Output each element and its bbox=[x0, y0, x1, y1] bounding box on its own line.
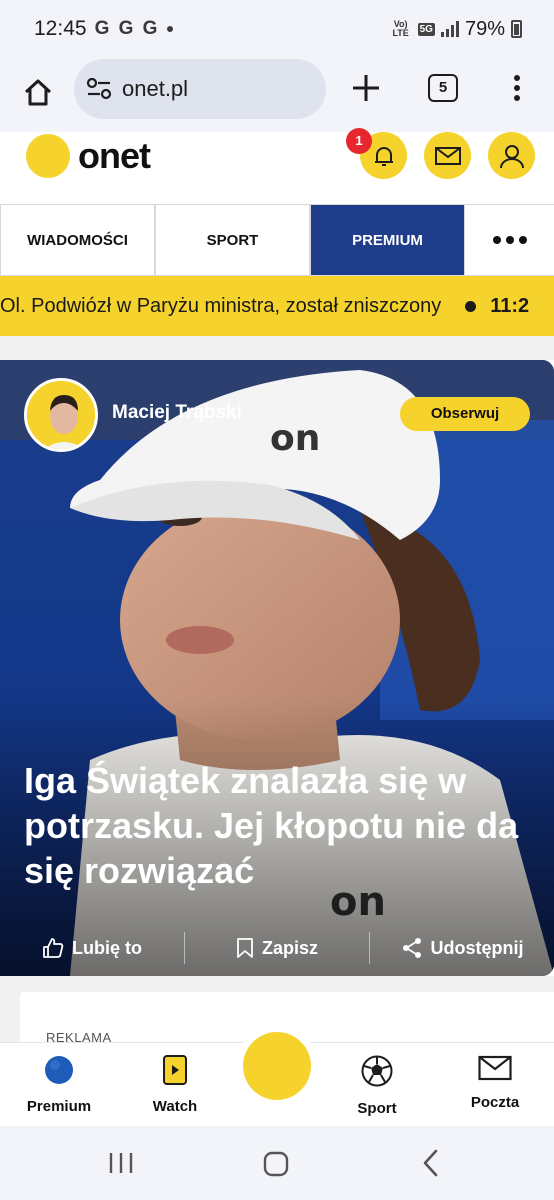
thumbs-up-icon bbox=[43, 938, 64, 958]
bottom-nav-watch[interactable]: Watch bbox=[120, 1055, 230, 1115]
author-avatar[interactable] bbox=[24, 378, 98, 452]
onet-dot-icon bbox=[243, 1032, 311, 1100]
bookmark-icon bbox=[237, 938, 253, 958]
battery-icon bbox=[511, 20, 522, 38]
more-dot-icon bbox=[518, 236, 527, 244]
plus-icon bbox=[353, 75, 379, 101]
more-dot-icon bbox=[505, 236, 514, 244]
bottom-nav-label: Watch bbox=[152, 1098, 198, 1115]
spacer bbox=[0, 336, 554, 360]
signal-icon bbox=[440, 21, 459, 37]
address-bar[interactable]: onet.pl bbox=[74, 59, 326, 119]
bell-icon bbox=[374, 146, 393, 166]
share-button[interactable]: Udostępnij bbox=[369, 932, 554, 964]
bottom-nav-poczta[interactable]: Poczta bbox=[440, 1055, 550, 1111]
soccer-ball-icon bbox=[361, 1055, 393, 1087]
tab-wiadomosci[interactable]: WIADOMOŚCI bbox=[0, 205, 155, 275]
notification-dot-icon bbox=[167, 26, 174, 32]
article-headline[interactable]: Iga Świątek znalazła się w potrzasku. Je… bbox=[24, 758, 534, 893]
more-sections-button[interactable] bbox=[465, 205, 554, 275]
browser-toolbar: onet.pl 5 bbox=[0, 58, 554, 132]
volte-icon: Vo) LTE bbox=[392, 19, 409, 38]
user-icon bbox=[499, 144, 524, 168]
network-type: 5G bbox=[417, 22, 435, 36]
account-button[interactable] bbox=[488, 132, 535, 179]
bottom-nav-label: Sport bbox=[357, 1100, 397, 1117]
battery-percent: 79% bbox=[464, 17, 505, 40]
home-nav-icon[interactable] bbox=[262, 1150, 290, 1178]
premium-globe-icon bbox=[45, 1056, 73, 1084]
home-button[interactable] bbox=[16, 70, 60, 114]
follow-button[interactable]: Obserwuj bbox=[400, 397, 530, 431]
site-header: onet 1 bbox=[0, 128, 554, 204]
menu-dot-icon bbox=[514, 85, 520, 91]
ticker-headline: Ol. Podwiózł w Paryżu ministra, został z… bbox=[0, 294, 442, 317]
section-nav: WIADOMOŚCI SPORT PREMIUM bbox=[0, 204, 554, 276]
author-name[interactable]: Maciej Trąbski bbox=[112, 402, 242, 424]
menu-dot-icon bbox=[514, 95, 520, 101]
status-bar: 12:45 G G G Vo) LTE 5G 79% bbox=[0, 0, 554, 58]
status-time: 12:45 bbox=[34, 17, 87, 40]
system-navigation-bar bbox=[0, 1126, 554, 1200]
bottom-nav-label: Poczta bbox=[470, 1094, 520, 1111]
envelope-icon bbox=[434, 146, 461, 165]
play-video-icon bbox=[163, 1055, 187, 1085]
logo-circle-icon bbox=[26, 134, 70, 178]
bottom-nav-sport[interactable]: Sport bbox=[322, 1055, 432, 1117]
bottom-navigation: Premium Watch Sport Poczta bbox=[0, 1025, 554, 1126]
home-icon bbox=[24, 79, 52, 106]
recent-apps-icon[interactable] bbox=[108, 1150, 134, 1176]
site-settings-icon bbox=[86, 78, 112, 100]
share-label: Udostępnij bbox=[430, 937, 524, 958]
bottom-nav-premium[interactable]: Premium bbox=[4, 1055, 114, 1115]
save-label: Zapisz bbox=[261, 937, 318, 958]
tab-sport[interactable]: SPORT bbox=[155, 205, 310, 275]
ticker-separator-icon bbox=[465, 300, 477, 312]
bottom-nav-home-button[interactable] bbox=[236, 1025, 318, 1107]
mail-icon bbox=[478, 1055, 512, 1081]
like-label: Lubię to bbox=[72, 937, 142, 958]
new-tab-button[interactable] bbox=[344, 66, 388, 110]
logo-text: onet bbox=[78, 135, 151, 176]
article-card[interactable]: on on Maciej Trąbski Obserwuj Iga Świąte… bbox=[0, 360, 554, 976]
ticker-time: 11:2 bbox=[490, 294, 530, 317]
more-dot-icon bbox=[492, 236, 501, 244]
article-actions: Lubię to Zapisz Udostępnij bbox=[0, 920, 554, 976]
like-button[interactable]: Lubię to bbox=[0, 932, 184, 964]
bottom-nav-label: Premium bbox=[26, 1098, 92, 1115]
news-ticker[interactable]: Ol. Podwiózł w Paryżu ministra, został z… bbox=[0, 276, 554, 336]
tab-premium[interactable]: PREMIUM bbox=[310, 205, 465, 275]
tab-switcher-button[interactable]: 5 bbox=[428, 74, 458, 102]
menu-dot-icon bbox=[514, 75, 520, 81]
notification-badge: 1 bbox=[346, 128, 372, 154]
carrier-icons: G G G bbox=[94, 18, 160, 39]
save-button[interactable]: Zapisz bbox=[184, 932, 369, 964]
share-icon bbox=[402, 938, 421, 958]
back-icon[interactable] bbox=[420, 1148, 442, 1178]
onet-logo[interactable]: onet bbox=[26, 134, 151, 178]
browser-menu-button[interactable] bbox=[502, 70, 532, 106]
url-text: onet.pl bbox=[122, 76, 189, 101]
mail-button[interactable] bbox=[424, 132, 471, 179]
